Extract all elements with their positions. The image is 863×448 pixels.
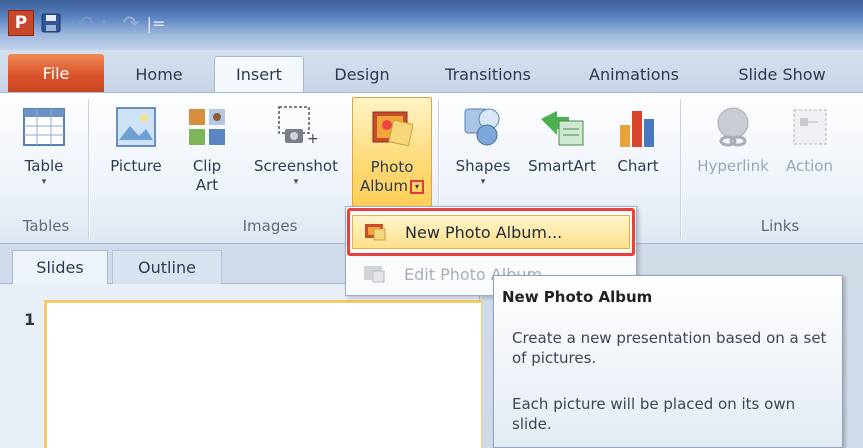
- new-photo-album-icon: [359, 223, 391, 241]
- smartart-icon: [538, 101, 586, 153]
- smartart-label: SmartArt: [528, 157, 596, 175]
- tooltip-new-photo-album: New Photo Album Create a new presentatio…: [493, 275, 843, 448]
- tab-home[interactable]: Home: [118, 56, 200, 92]
- table-label: Table: [24, 157, 64, 175]
- chart-button[interactable]: Chart: [608, 101, 668, 176]
- tab-slides[interactable]: Slides: [12, 250, 108, 284]
- group-separator: [88, 99, 89, 239]
- clip-art-label: Clip Art: [192, 157, 222, 194]
- shapes-dropdown-icon: ▾: [480, 177, 486, 187]
- slide-number: 1: [24, 310, 36, 329]
- photo-album-label: Photo Album ▾: [360, 158, 425, 196]
- tab-file[interactable]: File: [8, 54, 104, 92]
- title-bar: P ↶ ▾ ↷ |=: [0, 0, 863, 50]
- table-dropdown-icon: ▾: [41, 177, 47, 187]
- screenshot-label: Screenshot: [254, 157, 338, 175]
- ribbon-tabs: File Home Insert Design Transitions Anim…: [0, 50, 863, 92]
- action-button[interactable]: Action: [786, 101, 863, 176]
- undo-icon[interactable]: ↶: [74, 10, 96, 36]
- screenshot-dropdown-icon: ▾: [293, 177, 299, 187]
- tab-insert[interactable]: Insert: [214, 56, 304, 92]
- table-button[interactable]: Table ▾: [14, 101, 74, 188]
- screenshot-icon: +: [272, 101, 320, 153]
- tooltip-description: Create a new presentation based on a set…: [512, 329, 827, 367]
- customize-qat-icon[interactable]: |=: [147, 10, 166, 36]
- tab-transitions[interactable]: Transitions: [424, 56, 552, 92]
- new-photo-album-item[interactable]: New Photo Album...: [352, 215, 630, 249]
- group-label-images: Images: [242, 217, 298, 235]
- edit-photo-album-icon: [358, 265, 390, 283]
- tooltip-detail: Each picture will be placed on its own s…: [512, 395, 796, 433]
- new-photo-album-label: New Photo Album...: [405, 222, 563, 242]
- group-separator: [680, 99, 681, 239]
- group-label-tables: Tables: [22, 217, 70, 235]
- action-label: Action: [786, 157, 833, 175]
- smartart-button[interactable]: SmartArt: [520, 101, 604, 176]
- picture-label: Picture: [110, 157, 162, 175]
- undo-dropdown-icon[interactable]: ▾: [99, 10, 109, 36]
- photo-album-icon: [368, 102, 416, 154]
- clip-art-icon: [183, 101, 231, 153]
- group-label-links: Links: [760, 217, 800, 235]
- photo-album-dropdown-icon[interactable]: ▾: [410, 179, 425, 194]
- shapes-icon: [459, 101, 507, 153]
- slide-thumbnail[interactable]: [44, 300, 484, 448]
- chart-icon: [614, 101, 662, 153]
- shapes-label: Shapes: [455, 157, 511, 175]
- clip-art-button[interactable]: Clip Art: [180, 101, 234, 195]
- tooltip-title: New Photo Album: [502, 288, 653, 306]
- svg-text:+: +: [307, 131, 319, 147]
- chart-label: Chart: [617, 157, 659, 175]
- powerpoint-logo-icon[interactable]: P: [8, 10, 34, 36]
- hyperlink-icon: [709, 101, 757, 153]
- action-icon: [786, 101, 834, 153]
- hyperlink-button[interactable]: Hyperlink: [690, 101, 776, 176]
- table-icon: [20, 101, 68, 153]
- hyperlink-label: Hyperlink: [697, 157, 769, 175]
- tab-slide-show[interactable]: Slide Show: [716, 56, 848, 92]
- photo-album-button[interactable]: Photo Album ▾: [352, 97, 432, 209]
- tab-animations[interactable]: Animations: [570, 56, 698, 92]
- tab-design[interactable]: Design: [318, 56, 406, 92]
- save-icon[interactable]: [40, 10, 62, 36]
- tab-outline[interactable]: Outline: [112, 250, 222, 284]
- picture-icon: [112, 101, 160, 153]
- picture-button[interactable]: Picture: [100, 101, 172, 176]
- shapes-button[interactable]: Shapes ▾: [446, 101, 520, 188]
- redo-icon[interactable]: ↷: [120, 10, 142, 36]
- screenshot-button[interactable]: + Screenshot ▾: [246, 101, 346, 188]
